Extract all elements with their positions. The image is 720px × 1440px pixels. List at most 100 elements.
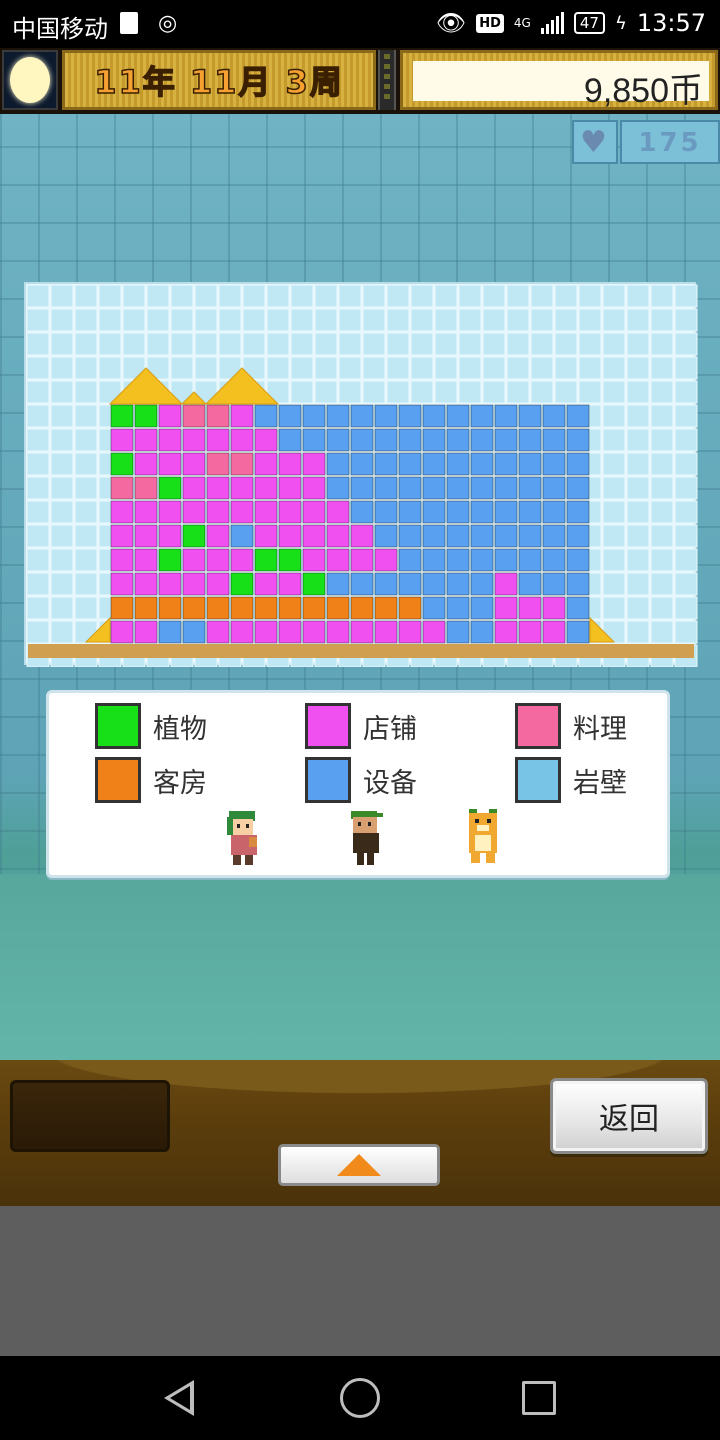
- background-grid-cell: [386, 284, 410, 308]
- background-grid-cell: [26, 524, 50, 548]
- background-grid-cell: [602, 404, 626, 428]
- background-grid-cell: [506, 356, 530, 380]
- shop-cell: [326, 524, 350, 548]
- background-grid-cell: [26, 452, 50, 476]
- background-grid-cell: [362, 380, 386, 404]
- facility-cell: [446, 452, 470, 476]
- background-grid-cell: [50, 620, 74, 644]
- shop-cell: [254, 620, 278, 644]
- facility-cell: [518, 476, 542, 500]
- plant-cell: [182, 524, 206, 548]
- background-grid-cell: [626, 308, 650, 332]
- shop-cell: [182, 500, 206, 524]
- room-cell: [350, 596, 374, 620]
- background-grid-cell: [650, 596, 674, 620]
- background-grid-cell: [602, 356, 626, 380]
- shop-cell: [542, 596, 566, 620]
- back-button[interactable]: 返回: [550, 1078, 708, 1154]
- background-grid-cell: [650, 404, 674, 428]
- background-grid-cell: [626, 524, 650, 548]
- shop-cell: [254, 428, 278, 452]
- facility-cell: [518, 428, 542, 452]
- background-grid-cell: [626, 380, 650, 404]
- legend-swatch: [515, 703, 561, 749]
- background-grid-cell: [674, 332, 698, 356]
- background-grid-cell: [674, 572, 698, 596]
- facility-cell: [446, 524, 470, 548]
- game-date: 11年 11月 3周: [93, 62, 344, 102]
- shop-cell: [302, 452, 326, 476]
- facility-cell: [566, 500, 590, 524]
- plant-cell: [110, 452, 134, 476]
- facility-cell: [470, 596, 494, 620]
- shop-cell: [206, 524, 230, 548]
- shop-cell: [494, 620, 518, 644]
- background-grid-cell: [74, 356, 98, 380]
- background-grid-cell: [674, 476, 698, 500]
- room-cell: [254, 596, 278, 620]
- legend-item-rooms: 客房: [95, 757, 207, 803]
- shop-cell: [326, 548, 350, 572]
- facility-cell: [566, 404, 590, 428]
- facility-cell: [494, 476, 518, 500]
- background-grid-cell: [146, 332, 170, 356]
- background-grid-cell: [194, 332, 218, 356]
- plant-cell: [302, 572, 326, 596]
- background-grid-cell: [26, 308, 50, 332]
- shop-cell: [254, 452, 278, 476]
- nav-back-icon[interactable]: [160, 1378, 200, 1418]
- facility-cell: [542, 548, 566, 572]
- background-grid-cell: [266, 332, 290, 356]
- background-grid-cell: [74, 404, 98, 428]
- background-grid-cell: [650, 620, 674, 644]
- legend-label: 料理: [573, 713, 627, 745]
- background-grid-cell: [650, 308, 674, 332]
- background-grid-cell: [482, 332, 506, 356]
- shop-cell: [230, 500, 254, 524]
- hd-icon: HD: [476, 13, 504, 33]
- background-grid-cell: [650, 428, 674, 452]
- facility-cell: [422, 404, 446, 428]
- background-grid-cell: [314, 284, 338, 308]
- background-grid-cell: [26, 428, 50, 452]
- background-grid-cell: [74, 548, 98, 572]
- facility-cell: [494, 428, 518, 452]
- background-grid-cell: [74, 596, 98, 620]
- background-grid-cell: [50, 308, 74, 332]
- character-sprite-boy: [351, 811, 383, 865]
- shop-cell: [302, 524, 326, 548]
- ground-line: [28, 644, 694, 658]
- background-grid-cell: [74, 380, 98, 404]
- cooking-cell: [182, 404, 206, 428]
- shop-cell: [206, 548, 230, 572]
- background-grid-cell: [314, 380, 338, 404]
- background-grid-cell: [626, 620, 650, 644]
- shop-cell: [278, 476, 302, 500]
- background-grid-cell: [506, 380, 530, 404]
- background-grid-cell: [650, 548, 674, 572]
- shop-cell: [326, 500, 350, 524]
- nav-recent-apps-icon[interactable]: [522, 1381, 556, 1415]
- background-grid-cell: [386, 380, 410, 404]
- shop-cell: [278, 452, 302, 476]
- facility-cell: [398, 500, 422, 524]
- facility-cell: [398, 404, 422, 428]
- background-grid-cell: [674, 428, 698, 452]
- facility-cell: [422, 572, 446, 596]
- background-grid-cell: [242, 284, 266, 308]
- background-grid-cell: [674, 452, 698, 476]
- background-grid-cell: [578, 284, 602, 308]
- background-grid-cell: [602, 308, 626, 332]
- plant-cell: [158, 548, 182, 572]
- background-grid-cell: [554, 332, 578, 356]
- background-grid-cell: [50, 548, 74, 572]
- background-grid-cell: [266, 308, 290, 332]
- background-grid-cell: [74, 500, 98, 524]
- shop-cell: [302, 500, 326, 524]
- nav-home-icon[interactable]: [340, 1378, 380, 1418]
- background-grid-cell: [170, 308, 194, 332]
- background-grid-cell: [530, 380, 554, 404]
- scroll-up-button[interactable]: [278, 1144, 440, 1186]
- facility-cell: [374, 452, 398, 476]
- background-grid-cell: [386, 332, 410, 356]
